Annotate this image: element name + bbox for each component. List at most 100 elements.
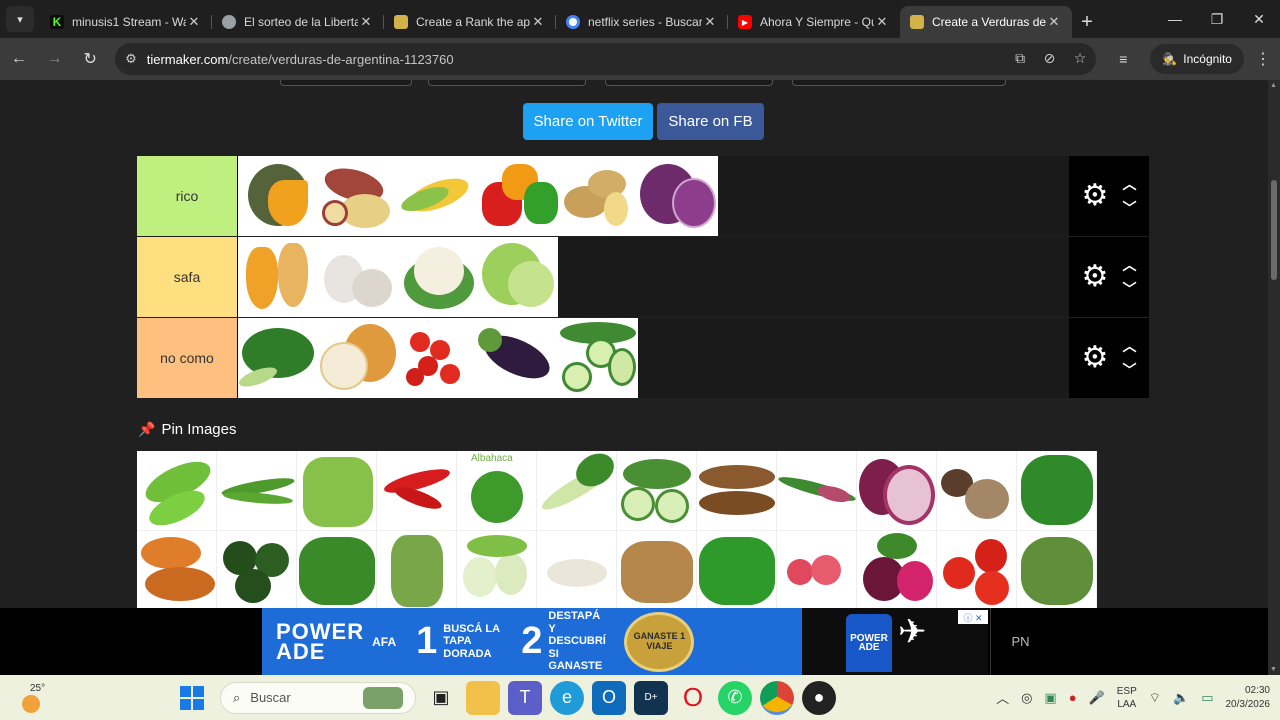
security-icon[interactable]: ▣ bbox=[1044, 690, 1056, 706]
veg-tile-acelga[interactable] bbox=[238, 318, 318, 398]
gear-icon[interactable]: ⚙ bbox=[1082, 343, 1109, 373]
tier-items[interactable] bbox=[238, 156, 1069, 236]
top-button-3[interactable] bbox=[605, 80, 773, 86]
veg-tile-anco[interactable] bbox=[238, 237, 318, 317]
scrollbar-thumb[interactable] bbox=[1271, 180, 1277, 280]
whatsapp-icon[interactable]: ✆ bbox=[718, 680, 752, 715]
top-button-4[interactable] bbox=[792, 80, 1006, 86]
share-twitter-button[interactable]: Share on Twitter bbox=[523, 103, 653, 140]
translate-icon[interactable]: ⧉ bbox=[1015, 50, 1025, 66]
pool-tile-mandioca[interactable] bbox=[697, 451, 777, 531]
pool-tile-cebolla-morada[interactable] bbox=[857, 451, 937, 531]
wifi-icon[interactable]: ⌔ bbox=[1149, 690, 1161, 706]
menu-icon[interactable]: ⋮ bbox=[1246, 42, 1280, 76]
veg-tile-pepino[interactable] bbox=[558, 318, 638, 398]
pool-tile-alcaucil[interactable] bbox=[1017, 531, 1097, 611]
clock[interactable]: 02:30 20/3/2026 bbox=[1226, 684, 1271, 712]
language-indicator[interactable]: ESP LAA bbox=[1117, 685, 1137, 711]
pool-tile-brotes[interactable] bbox=[537, 531, 617, 611]
share-fb-button[interactable]: Share on FB bbox=[657, 103, 764, 140]
pool-tile-batata-2[interactable] bbox=[137, 531, 217, 611]
image-pool[interactable]: Albahaca bbox=[137, 451, 1099, 611]
close-tab-icon[interactable]: ✕ bbox=[186, 14, 202, 30]
pool-tile-espinaca[interactable] bbox=[1017, 451, 1097, 531]
browser-tab[interactable]: K minusis1 Stream - Wa ✕ bbox=[40, 6, 212, 38]
tier-label[interactable]: no como bbox=[137, 318, 238, 398]
url-text[interactable]: tiermaker.com/create/verduras-de-argenti… bbox=[147, 52, 1001, 67]
veg-tile-repollo[interactable] bbox=[478, 237, 558, 317]
pool-tile-hinojo[interactable] bbox=[457, 531, 537, 611]
disney-plus-icon[interactable]: D+ bbox=[634, 680, 668, 715]
microphone-icon[interactable]: 🎤 bbox=[1089, 690, 1105, 706]
close-tab-icon[interactable]: ✕ bbox=[358, 14, 374, 30]
browser-tab-active[interactable]: Create a Verduras de ✕ bbox=[900, 6, 1072, 38]
minimize-icon[interactable]: — bbox=[1154, 0, 1196, 38]
restore-icon[interactable]: ❐ bbox=[1196, 0, 1238, 38]
pool-tile-tomate[interactable] bbox=[937, 531, 1017, 611]
chevron-up-icon[interactable]: ︿ bbox=[1122, 339, 1136, 353]
close-icon[interactable]: ✕ bbox=[1238, 0, 1280, 38]
pool-tile-apio[interactable] bbox=[297, 451, 377, 531]
pool-tile-puerro[interactable] bbox=[537, 451, 617, 531]
media-controls-icon[interactable]: ≡ bbox=[1106, 42, 1140, 76]
pool-tile-remolacha[interactable] bbox=[857, 531, 937, 611]
pool-tile-arvejas[interactable] bbox=[137, 451, 217, 531]
scroll-up-icon[interactable]: ▲ bbox=[1270, 82, 1277, 89]
pool-tile-rabanito[interactable] bbox=[777, 531, 857, 611]
pool-tile-esparrago[interactable] bbox=[377, 531, 457, 611]
incognito-badge[interactable]: 🕵 Incógnito bbox=[1150, 44, 1244, 74]
address-bar[interactable]: ⚙ tiermaker.com/create/verduras-de-argen… bbox=[115, 43, 1097, 75]
pool-tile-albahaca[interactable]: Albahaca bbox=[457, 451, 537, 531]
volume-icon[interactable]: 🔈 bbox=[1173, 690, 1189, 706]
taskbar-search[interactable]: ⌕ Buscar bbox=[220, 681, 416, 714]
browser-tab[interactable]: netflix series - Buscar ✕ bbox=[556, 6, 728, 38]
chevron-down-icon[interactable]: ﹀ bbox=[1122, 363, 1136, 377]
close-tab-icon[interactable]: ✕ bbox=[874, 14, 890, 30]
pool-tile-rucula[interactable] bbox=[297, 531, 377, 611]
copilot-icon[interactable]: ◎ bbox=[1021, 690, 1032, 706]
chevron-up-icon[interactable]: ︿ bbox=[996, 688, 1009, 707]
pool-tile-hongos[interactable] bbox=[937, 451, 1017, 531]
veg-tile-cebolla[interactable] bbox=[318, 318, 398, 398]
tab-search-button[interactable]: ▾ bbox=[6, 6, 34, 32]
veg-tile-ajo[interactable] bbox=[318, 237, 398, 317]
powerade-ad[interactable]: POWER ADE AFA 1 BUSCÁ LA TAPA DORADA 2 DEST… bbox=[262, 608, 802, 675]
pool-tile-perejil[interactable] bbox=[697, 531, 777, 611]
pool-tile-aji[interactable] bbox=[377, 451, 457, 531]
tier-items[interactable] bbox=[238, 318, 1069, 398]
browser-tab[interactable]: El sorteo de la Liberta ✕ bbox=[212, 6, 384, 38]
chevron-up-icon[interactable]: ︿ bbox=[1122, 177, 1136, 191]
veg-tile-coliflor[interactable] bbox=[398, 237, 478, 317]
veg-tile-papa[interactable] bbox=[558, 156, 638, 236]
reload-button[interactable]: ↻ bbox=[73, 42, 107, 76]
notification-icon[interactable]: ● bbox=[1069, 690, 1077, 705]
chevron-up-icon[interactable]: ︿ bbox=[1122, 258, 1136, 272]
gear-icon[interactable]: ⚙ bbox=[1082, 181, 1109, 211]
weather-widget[interactable]: 25° bbox=[20, 681, 60, 715]
obs-icon[interactable]: ● bbox=[802, 680, 836, 715]
close-tab-icon[interactable]: ✕ bbox=[530, 14, 546, 30]
chevron-down-icon[interactable]: ﹀ bbox=[1122, 201, 1136, 215]
battery-icon[interactable]: ▭ bbox=[1201, 690, 1213, 706]
page-scrollbar[interactable]: ▲ ▼ bbox=[1268, 80, 1280, 675]
pool-tile-zucchini[interactable] bbox=[617, 451, 697, 531]
edge-icon[interactable]: e bbox=[550, 680, 584, 715]
file-explorer-icon[interactable] bbox=[466, 680, 500, 715]
tier-items[interactable] bbox=[238, 237, 1069, 317]
teams-icon[interactable]: T bbox=[508, 680, 542, 715]
pool-tile-limon[interactable] bbox=[217, 531, 297, 611]
forward-button[interactable]: → bbox=[38, 42, 72, 76]
veg-tile-morron[interactable] bbox=[478, 156, 558, 236]
outlook-icon[interactable]: O bbox=[592, 680, 626, 715]
close-tab-icon[interactable]: ✕ bbox=[702, 14, 718, 30]
veg-tile-repollo-morado[interactable] bbox=[638, 156, 718, 236]
pool-tile-cebolla-verdeo[interactable] bbox=[777, 451, 857, 531]
veg-tile-choclo[interactable] bbox=[398, 156, 478, 236]
tier-label[interactable]: safa bbox=[137, 237, 238, 317]
veg-tile-tomate-cherry[interactable] bbox=[398, 318, 478, 398]
star-icon[interactable]: ☆ bbox=[1074, 50, 1087, 66]
chrome-icon[interactable] bbox=[760, 680, 794, 715]
task-view-icon[interactable]: ▣ bbox=[424, 681, 458, 715]
gear-icon[interactable]: ⚙ bbox=[1082, 262, 1109, 292]
browser-tab[interactable]: ▶ Ahora Y Siempre - Qu ✕ bbox=[728, 6, 900, 38]
